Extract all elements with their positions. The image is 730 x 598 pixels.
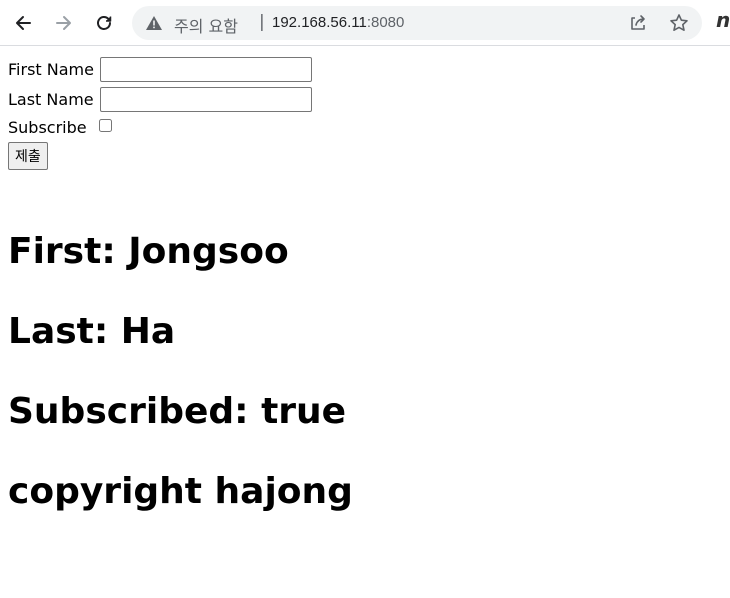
first-name-result: First: Jongsoo	[8, 231, 289, 272]
subscribe-label: Subscribe	[8, 117, 87, 137]
subscribe-checkbox[interactable]	[98, 118, 112, 132]
warning-icon[interactable]	[145, 15, 163, 31]
browser-toolbar: 주의 요함 | 192.168.56.11:8080 n	[0, 0, 730, 46]
back-button[interactable]	[8, 8, 38, 38]
subscribed-result: Subscribed: true	[8, 391, 347, 432]
page-content: First Name Last Name Subscribe 제출 First:…	[0, 46, 730, 513]
reload-button[interactable]	[89, 8, 119, 38]
user-form: First Name Last Name Subscribe 제출	[8, 54, 722, 170]
reload-icon	[97, 16, 112, 30]
url-port: :8080	[366, 14, 405, 31]
first-name-row: First Name	[8, 54, 722, 84]
last-name-input[interactable]	[99, 86, 312, 112]
profile-icon[interactable]: n	[716, 8, 730, 32]
submit-button[interactable]: 제출	[8, 142, 48, 170]
subscribe-row: Subscribe	[8, 114, 722, 140]
back-arrow-icon	[16, 16, 31, 30]
first-name-label: First Name	[8, 59, 94, 79]
star-icon[interactable]	[668, 12, 690, 34]
copyright-text: copyright hajong	[8, 471, 353, 512]
url-host: 192.168.56.11	[272, 14, 367, 31]
first-name-input[interactable]	[99, 56, 312, 82]
last-name-result: Last: Ha	[8, 311, 176, 352]
security-warning-label[interactable]: 주의 요함	[174, 13, 238, 37]
url-text[interactable]: 192.168.56.11:8080	[272, 14, 404, 31]
forward-button[interactable]	[49, 8, 79, 38]
share-icon[interactable]	[628, 13, 648, 33]
address-bar[interactable]: 주의 요함 | 192.168.56.11:8080	[132, 6, 702, 40]
forward-arrow-icon	[56, 16, 71, 30]
last-name-row: Last Name	[8, 84, 722, 114]
omnibox-divider: |	[259, 12, 265, 32]
last-name-label: Last Name	[8, 89, 94, 109]
